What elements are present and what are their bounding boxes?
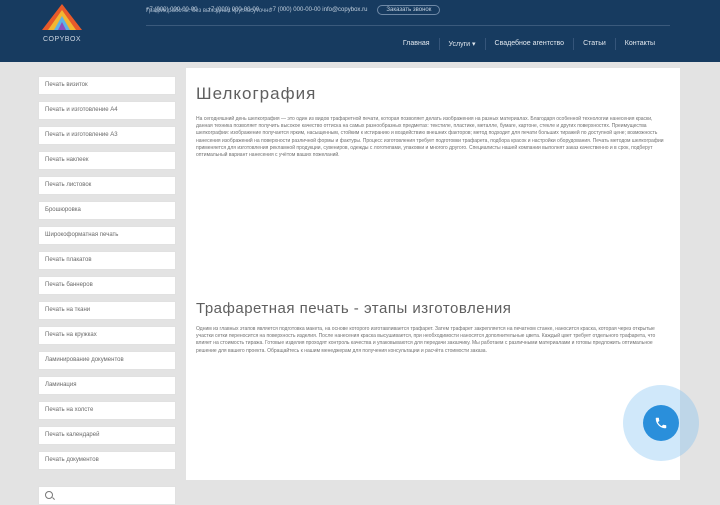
sidebar-item[interactable]: Печать на холсте xyxy=(38,401,176,420)
sidebar-item[interactable]: Ламинация xyxy=(38,376,176,395)
page-title: Шелкография xyxy=(196,84,317,103)
nav-item-home[interactable]: Главная xyxy=(394,38,439,50)
phone-email[interactable]: +7 (000) 000-00-00 info@copybox.ru xyxy=(269,7,367,13)
nav-item-articles[interactable]: Статьи xyxy=(573,38,615,50)
sidebar-search[interactable] xyxy=(38,486,176,505)
sidebar-menu: Печать визиток Печать и изготовление А4 … xyxy=(38,76,176,505)
header-divider xyxy=(146,25,670,26)
logo-text: COPYBOX xyxy=(42,36,82,43)
sidebar-item[interactable]: Печать календарей xyxy=(38,426,176,445)
sidebar-item[interactable]: Печать баннеров xyxy=(38,276,176,295)
sidebar-item[interactable]: Брошюровка xyxy=(38,201,176,220)
nav-item-services[interactable]: Услуги ▾ xyxy=(438,38,485,50)
sidebar-item[interactable]: Широкоформатная печать xyxy=(38,226,176,245)
sidebar-item[interactable]: Печать плакатов xyxy=(38,251,176,270)
search-icon[interactable] xyxy=(45,491,53,499)
sidebar-item[interactable]: Печать и изготовление А3 xyxy=(38,126,176,145)
sidebar-item[interactable]: Печать наклеек xyxy=(38,151,176,170)
sidebar-item[interactable]: Печать документов xyxy=(38,451,176,470)
sidebar-item[interactable]: Печать на ткани xyxy=(38,301,176,320)
site-header: COPYBOX +7 (000) 000-00-00 +7 (000) 000-… xyxy=(0,0,720,62)
sidebar-item[interactable]: Печать на кружках xyxy=(38,326,176,345)
content-paragraph: На сегодняшний день шелкография — это од… xyxy=(196,116,664,159)
nav-item-wedding[interactable]: Свадебное агентство xyxy=(484,38,574,50)
main-nav: Главная Услуги ▾ Свадебное агентство Ста… xyxy=(394,38,664,50)
sidebar-item[interactable]: Ламинирование документов xyxy=(38,351,176,370)
sidebar-item[interactable]: Печать и изготовление А4 xyxy=(38,101,176,120)
logo-icon[interactable] xyxy=(34,0,90,36)
sidebar-item[interactable]: Печать листовок xyxy=(38,176,176,195)
sidebar-item[interactable]: Печать визиток xyxy=(38,76,176,95)
section-heading: Трафаретная печать - этапы изготовления xyxy=(196,300,512,317)
callback-button[interactable]: Заказать звонок xyxy=(377,5,441,15)
call-button[interactable] xyxy=(643,405,679,441)
content-paragraph: Одним из главных этапов является подгото… xyxy=(196,326,656,354)
nav-item-contacts[interactable]: Контакты xyxy=(614,38,664,50)
main-content: Шелкография На сегодняшний день шелкогра… xyxy=(186,68,680,480)
phone-icon xyxy=(655,417,667,429)
header-schedule: График работы: без выходных круглосуточн… xyxy=(146,8,272,14)
